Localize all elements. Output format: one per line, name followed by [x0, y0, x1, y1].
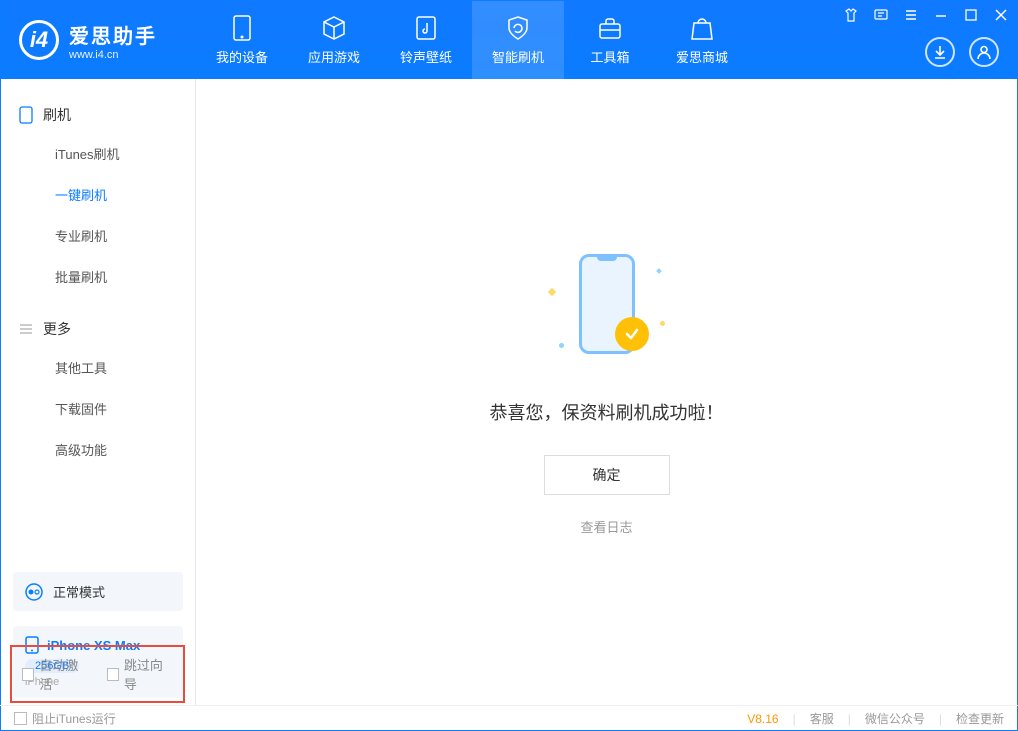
nav-label: 智能刷机 — [492, 47, 544, 66]
shopping-bag-icon — [689, 15, 715, 41]
nav-toolbox[interactable]: 工具箱 — [564, 1, 656, 79]
skip-guide-checkbox[interactable]: 跳过向导 — [107, 655, 174, 693]
sidebar-item-oneclick-flash[interactable]: 一键刷机 — [1, 174, 195, 215]
success-message: 恭喜您，保资料刷机成功啦！ — [490, 399, 724, 425]
nav-apps-games[interactable]: 应用游戏 — [288, 1, 380, 79]
nav-label: 我的设备 — [216, 47, 268, 66]
sidebar-item-batch-flash[interactable]: 批量刷机 — [1, 256, 195, 297]
logo-area: i4 爱思助手 www.i4.cn — [1, 20, 196, 61]
music-file-icon — [413, 15, 439, 41]
sidebar-item-pro-flash[interactable]: 专业刷机 — [1, 215, 195, 256]
sidebar-item-download-firmware[interactable]: 下载固件 — [1, 388, 195, 429]
nav-store[interactable]: 爱思商城 — [656, 1, 748, 79]
maximize-button[interactable] — [963, 7, 979, 23]
cube-icon — [321, 15, 347, 41]
app-subtitle: www.i4.cn — [69, 49, 157, 61]
menu-icon[interactable] — [903, 7, 919, 23]
confirm-button[interactable]: 确定 — [544, 455, 670, 495]
nav-my-device[interactable]: 我的设备 — [196, 1, 288, 79]
downloads-button[interactable] — [925, 37, 955, 67]
sidebar-group-flash: 刷机 — [1, 97, 195, 133]
close-button[interactable] — [993, 7, 1009, 23]
header-right-buttons — [925, 37, 999, 67]
app-header: i4 爱思助手 www.i4.cn 我的设备 应用游戏 铃声壁纸 智能刷机 工具… — [1, 1, 1017, 79]
nav-label: 铃声壁纸 — [400, 47, 452, 66]
window-controls — [843, 7, 1009, 23]
sidebar-item-itunes-flash[interactable]: iTunes刷机 — [1, 133, 195, 174]
checkbox-icon — [14, 712, 27, 725]
status-icon — [25, 583, 43, 601]
support-link[interactable]: 客服 — [810, 710, 834, 727]
success-illustration — [547, 249, 667, 369]
version-label: V8.16 — [747, 712, 778, 726]
checkbox-label: 阻止iTunes运行 — [32, 710, 116, 727]
app-body: 刷机 iTunes刷机 一键刷机 专业刷机 批量刷机 更多 其他工具 下载固件 … — [1, 79, 1017, 706]
check-update-link[interactable]: 检查更新 — [956, 710, 1004, 727]
logo-icon: i4 — [19, 20, 59, 60]
checkbox-label: 自动激活 — [39, 655, 88, 693]
feedback-icon[interactable] — [873, 7, 889, 23]
account-button[interactable] — [969, 37, 999, 67]
minimize-button[interactable] — [933, 7, 949, 23]
device-status-text: 正常模式 — [53, 582, 105, 601]
block-itunes-checkbox[interactable]: 阻止iTunes运行 — [14, 710, 116, 727]
phone-small-icon — [19, 106, 33, 124]
sidebar-group-more: 更多 — [1, 311, 195, 347]
app-title: 爱思助手 — [69, 20, 157, 49]
device-status-card[interactable]: 正常模式 — [13, 572, 183, 611]
group-title: 刷机 — [43, 105, 71, 125]
device-icon — [229, 15, 255, 41]
list-icon — [19, 322, 33, 336]
toolbox-icon — [597, 15, 623, 41]
group-title: 更多 — [43, 319, 71, 339]
sidebar-item-advanced[interactable]: 高级功能 — [1, 429, 195, 470]
checkbox-icon — [107, 668, 119, 681]
main-nav: 我的设备 应用游戏 铃声壁纸 智能刷机 工具箱 爱思商城 — [196, 1, 748, 79]
main-content: 恭喜您，保资料刷机成功啦！ 确定 查看日志 — [196, 79, 1017, 706]
status-bar: 阻止iTunes运行 V8.16 | 客服 | 微信公众号 | 检查更新 — [0, 705, 1018, 731]
nav-ringtones-wallpapers[interactable]: 铃声壁纸 — [380, 1, 472, 79]
auto-activate-checkbox[interactable]: 自动激活 — [22, 655, 89, 693]
checkbox-icon — [22, 668, 34, 681]
shield-refresh-icon — [505, 15, 531, 41]
sidebar: 刷机 iTunes刷机 一键刷机 专业刷机 批量刷机 更多 其他工具 下载固件 … — [1, 79, 196, 706]
nav-smart-flash[interactable]: 智能刷机 — [472, 1, 564, 79]
view-log-link[interactable]: 查看日志 — [580, 517, 632, 536]
checkbox-label: 跳过向导 — [124, 655, 173, 693]
nav-label: 工具箱 — [590, 47, 629, 66]
check-badge-icon — [615, 317, 649, 351]
nav-label: 爱思商城 — [676, 47, 728, 66]
nav-label: 应用游戏 — [308, 47, 360, 66]
wechat-link[interactable]: 微信公众号 — [865, 710, 925, 727]
flash-options-bar: 自动激活 跳过向导 — [10, 645, 185, 703]
shirt-icon[interactable] — [843, 7, 859, 23]
sidebar-item-other-tools[interactable]: 其他工具 — [1, 347, 195, 388]
